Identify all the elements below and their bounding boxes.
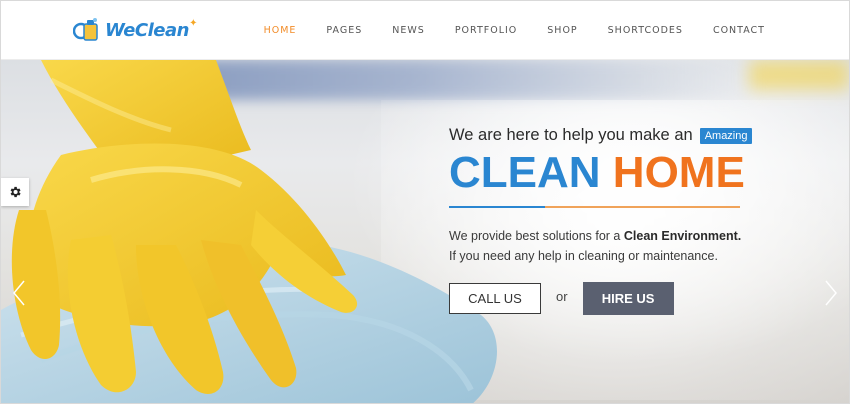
logo-bucket-icon bbox=[72, 16, 101, 44]
hero-description-line1-bold: Clean Environment. bbox=[623, 229, 742, 243]
site-header: WeClean ✦ HOME PAGES NEWS PORTFOLIO SHOP… bbox=[1, 1, 849, 60]
cta-separator-text: or bbox=[556, 289, 568, 304]
hero-divider-accent bbox=[449, 206, 545, 208]
hero-background-accent bbox=[749, 60, 849, 90]
hero-copy: We are here to help you make an Amazing … bbox=[449, 126, 753, 315]
hero-headline-home: HOME bbox=[612, 148, 745, 197]
hero-description-line1-prefix: We provide best solutions for a bbox=[449, 229, 621, 243]
hero-tagline-text: We are here to help you make an bbox=[449, 126, 693, 144]
nav-item-shortcodes[interactable]: SHORTCODES bbox=[608, 25, 683, 36]
hero-headline: CLEAN HOME bbox=[449, 149, 749, 197]
chevron-left-icon bbox=[13, 280, 25, 306]
main-nav: HOME PAGES NEWS PORTFOLIO SHOP SHORTCODE… bbox=[234, 25, 765, 36]
logo-text-clean: Clean bbox=[134, 19, 190, 41]
slider-next-button[interactable] bbox=[821, 278, 841, 308]
chevron-right-icon bbox=[825, 280, 837, 306]
hero-description: We provide best solutions for a Clean En… bbox=[449, 226, 759, 266]
site-logo[interactable]: WeClean ✦ bbox=[72, 16, 197, 44]
browser-frame: WeClean ✦ HOME PAGES NEWS PORTFOLIO SHOP… bbox=[0, 0, 850, 404]
nav-item-contact[interactable]: CONTACT bbox=[713, 25, 765, 36]
settings-toggle-button[interactable] bbox=[1, 178, 29, 206]
logo-wordmark: WeClean ✦ bbox=[105, 18, 197, 41]
hero-divider bbox=[449, 206, 740, 208]
hero-image-glove-cloth bbox=[1, 60, 497, 403]
hero-badge: Amazing bbox=[699, 127, 753, 144]
hero-tagline: We are here to help you make an Amazing bbox=[449, 126, 753, 145]
hero-cta-group: CALL US or HIRE US bbox=[449, 282, 674, 315]
hero-description-line2: If you need any help in cleaning or main… bbox=[449, 249, 718, 263]
nav-item-home[interactable]: HOME bbox=[264, 25, 297, 36]
call-us-button[interactable]: CALL US bbox=[449, 283, 541, 314]
nav-item-portfolio[interactable]: PORTFOLIO bbox=[455, 25, 517, 36]
slider-prev-button[interactable] bbox=[9, 278, 29, 308]
gear-icon bbox=[10, 186, 21, 198]
hire-us-button[interactable]: HIRE US bbox=[582, 282, 674, 315]
sparkle-icon: ✦ bbox=[189, 17, 197, 29]
nav-item-shop[interactable]: SHOP bbox=[547, 25, 577, 36]
hero-headline-clean: CLEAN bbox=[449, 148, 601, 197]
nav-item-pages[interactable]: PAGES bbox=[326, 25, 362, 36]
nav-item-news[interactable]: NEWS bbox=[392, 25, 425, 36]
logo-text-we: We bbox=[105, 19, 135, 41]
